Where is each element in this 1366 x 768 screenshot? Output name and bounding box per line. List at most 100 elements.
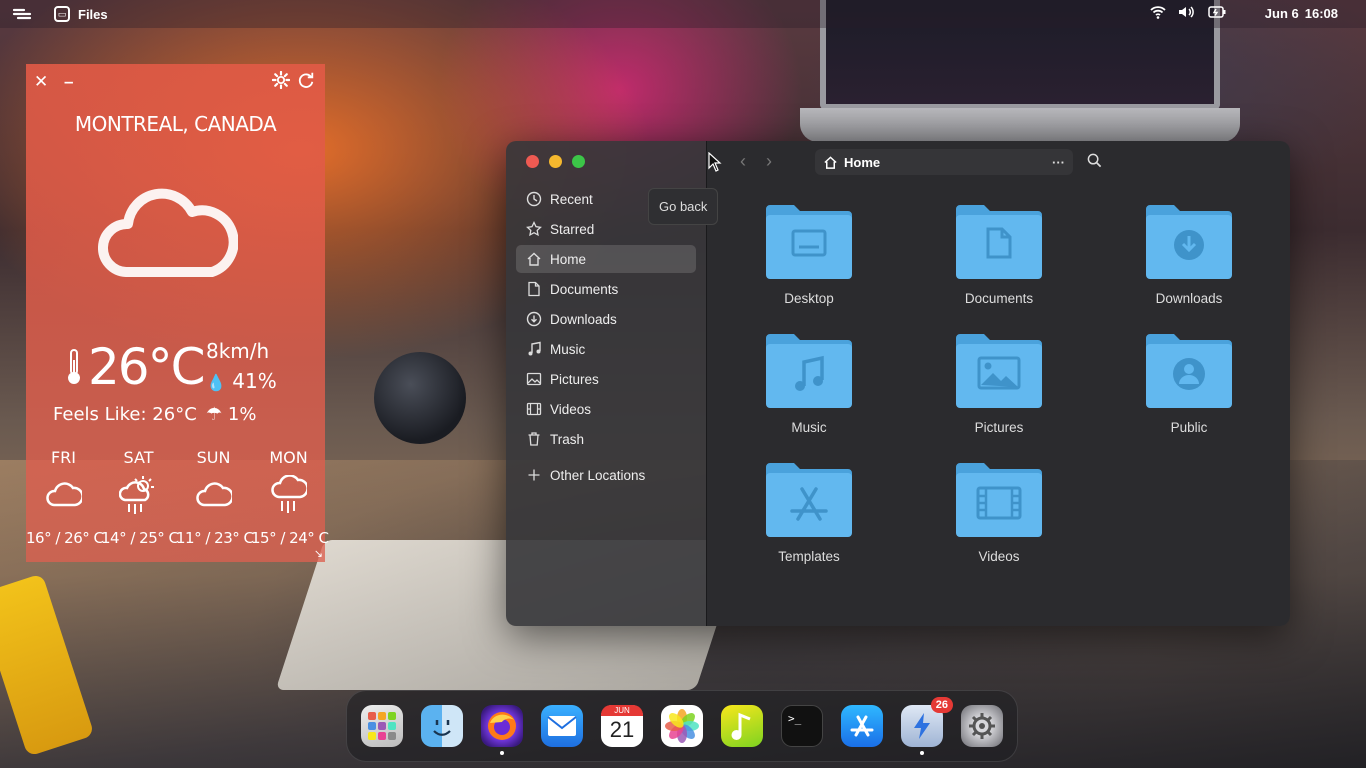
folder-pictures[interactable]: Pictures	[924, 332, 1074, 435]
search-icon[interactable]	[1087, 153, 1102, 168]
lightning-icon	[914, 713, 930, 739]
dock: JUN 21 >_ 26	[346, 690, 1018, 762]
app-name: Files	[78, 6, 108, 22]
sidebar-item-label: Home	[550, 251, 587, 267]
resize-handle-icon[interactable]: ↘	[314, 547, 323, 560]
document-icon	[528, 281, 540, 297]
photos-flower-icon	[665, 709, 699, 743]
app-store-logo-icon	[850, 715, 874, 737]
music-app-icon[interactable]	[721, 705, 763, 747]
launchpad-icon[interactable]	[361, 705, 403, 747]
humidity-value: 41%	[232, 369, 277, 393]
terminal-icon[interactable]: >_	[781, 705, 823, 747]
running-indicator	[920, 751, 924, 755]
sidebar-item-other-locations[interactable]: Other Locations	[516, 461, 696, 489]
sidebar-item-trash[interactable]: Trash	[516, 425, 696, 453]
wifi-icon	[1150, 6, 1166, 19]
thermometer-icon	[68, 349, 80, 384]
folder-music-icon	[766, 334, 852, 408]
go-back-tooltip: Go back	[648, 188, 719, 225]
system-tray[interactable]	[1150, 5, 1226, 19]
folder-templates-icon	[766, 463, 852, 537]
app-store-icon[interactable]	[841, 705, 883, 747]
folder-music[interactable]: Music	[734, 332, 884, 435]
forecast-day-name: FRI	[50, 448, 77, 467]
calendar-month: JUN	[601, 705, 643, 716]
close-icon[interactable]: ✕	[34, 72, 48, 92]
firefox-icon[interactable]	[481, 705, 523, 755]
volume-icon	[1179, 6, 1194, 18]
close-window-button[interactable]	[526, 155, 539, 168]
rain-chance: ☂ 1%	[206, 404, 256, 425]
cloud-icon	[195, 482, 232, 507]
forecast-range: 14° / 25° C	[101, 529, 179, 547]
sidebar-item-pictures[interactable]: Pictures	[516, 365, 696, 393]
back-button[interactable]: ‹	[731, 151, 755, 172]
sun-rain-icon	[118, 476, 154, 514]
finder-icon[interactable]	[421, 705, 463, 747]
files-app-icon: ▭	[54, 6, 70, 22]
sidebar-item-label: Pictures	[550, 371, 599, 387]
gear-icon	[969, 713, 995, 739]
photos-icon[interactable]	[661, 705, 703, 747]
maximize-window-button[interactable]	[572, 155, 585, 168]
battery-icon	[1208, 6, 1226, 18]
files-window: Recent Starred Home Documents Downloads …	[506, 141, 1290, 626]
folder-downloads[interactable]: Downloads	[1114, 203, 1264, 306]
forecast-day: SAT 14° / 25° C	[101, 448, 179, 547]
settings-icon[interactable]	[961, 705, 1003, 747]
forecast-range: 15° / 24° C	[251, 529, 329, 547]
home-icon	[824, 155, 837, 169]
sidebar-item-videos[interactable]: Videos	[516, 395, 696, 423]
update-icon[interactable]: 26	[901, 697, 953, 755]
app-menu[interactable]: ▭ Files	[54, 6, 108, 22]
path-bar[interactable]: Home ···	[815, 149, 1073, 175]
sidebar-item-home[interactable]: Home	[516, 245, 696, 273]
top-bar: ▭ Files Jun 6 16:08	[0, 0, 1366, 28]
forecast-day-name: SUN	[196, 448, 231, 467]
sidebar-item-music[interactable]: Music	[516, 335, 696, 363]
folder-desktop[interactable]: Desktop	[734, 203, 884, 306]
sidebar-item-downloads[interactable]: Downloads	[516, 305, 696, 333]
cloud-icon	[98, 188, 238, 277]
notification-badge: 26	[930, 697, 953, 713]
temperature-value: 26°C	[88, 338, 206, 396]
minimize-window-button[interactable]	[549, 155, 562, 168]
folder-label: Videos	[978, 549, 1020, 564]
finder-face-icon	[433, 720, 451, 736]
refresh-icon[interactable]	[297, 71, 315, 89]
sidebar-item-label: Videos	[550, 401, 592, 417]
minimize-icon[interactable]: –	[64, 72, 73, 92]
clock[interactable]: Jun 6 16:08	[1259, 6, 1338, 21]
folder-documents[interactable]: Documents	[924, 203, 1074, 306]
path-label: Home	[844, 154, 881, 170]
folder-label: Templates	[778, 549, 840, 564]
droplet-icon: 💧	[206, 373, 226, 392]
humidity: 💧 41%	[206, 366, 277, 398]
forecast-day: MON 15° / 24° C	[251, 448, 329, 547]
home-icon	[527, 252, 541, 266]
sidebar-item-label: Music	[550, 341, 586, 357]
music-note-icon	[731, 712, 751, 740]
folder-label: Public	[1170, 420, 1208, 435]
folder-pictures-icon	[956, 334, 1042, 408]
calendar-day: 21	[609, 717, 635, 742]
mail-icon[interactable]	[541, 705, 583, 747]
folder-public[interactable]: Public	[1114, 332, 1264, 435]
path-menu-icon[interactable]: ···	[1052, 155, 1065, 170]
weather-widget: ✕ – MONTREAL, CANADA 26°C 8km/h 💧 41% Fe…	[26, 64, 329, 562]
running-indicator	[500, 751, 504, 755]
activities-icon[interactable]	[12, 7, 32, 21]
wallpaper-laptop-base	[800, 108, 1240, 142]
folder-videos[interactable]: Videos	[924, 461, 1074, 564]
sidebar-item-documents[interactable]: Documents	[516, 275, 696, 303]
calendar-icon[interactable]: JUN 21	[601, 705, 643, 747]
gear-icon[interactable]	[272, 71, 290, 89]
forward-button[interactable]: ›	[757, 151, 781, 172]
plus-icon	[528, 469, 540, 481]
umbrella-icon: ☂	[206, 404, 223, 425]
cloud-icon	[45, 482, 82, 507]
forecast-day: SUN 11° / 23° C	[176, 448, 254, 547]
forecast-day-name: MON	[269, 448, 308, 467]
folder-templates[interactable]: Templates	[734, 461, 884, 564]
